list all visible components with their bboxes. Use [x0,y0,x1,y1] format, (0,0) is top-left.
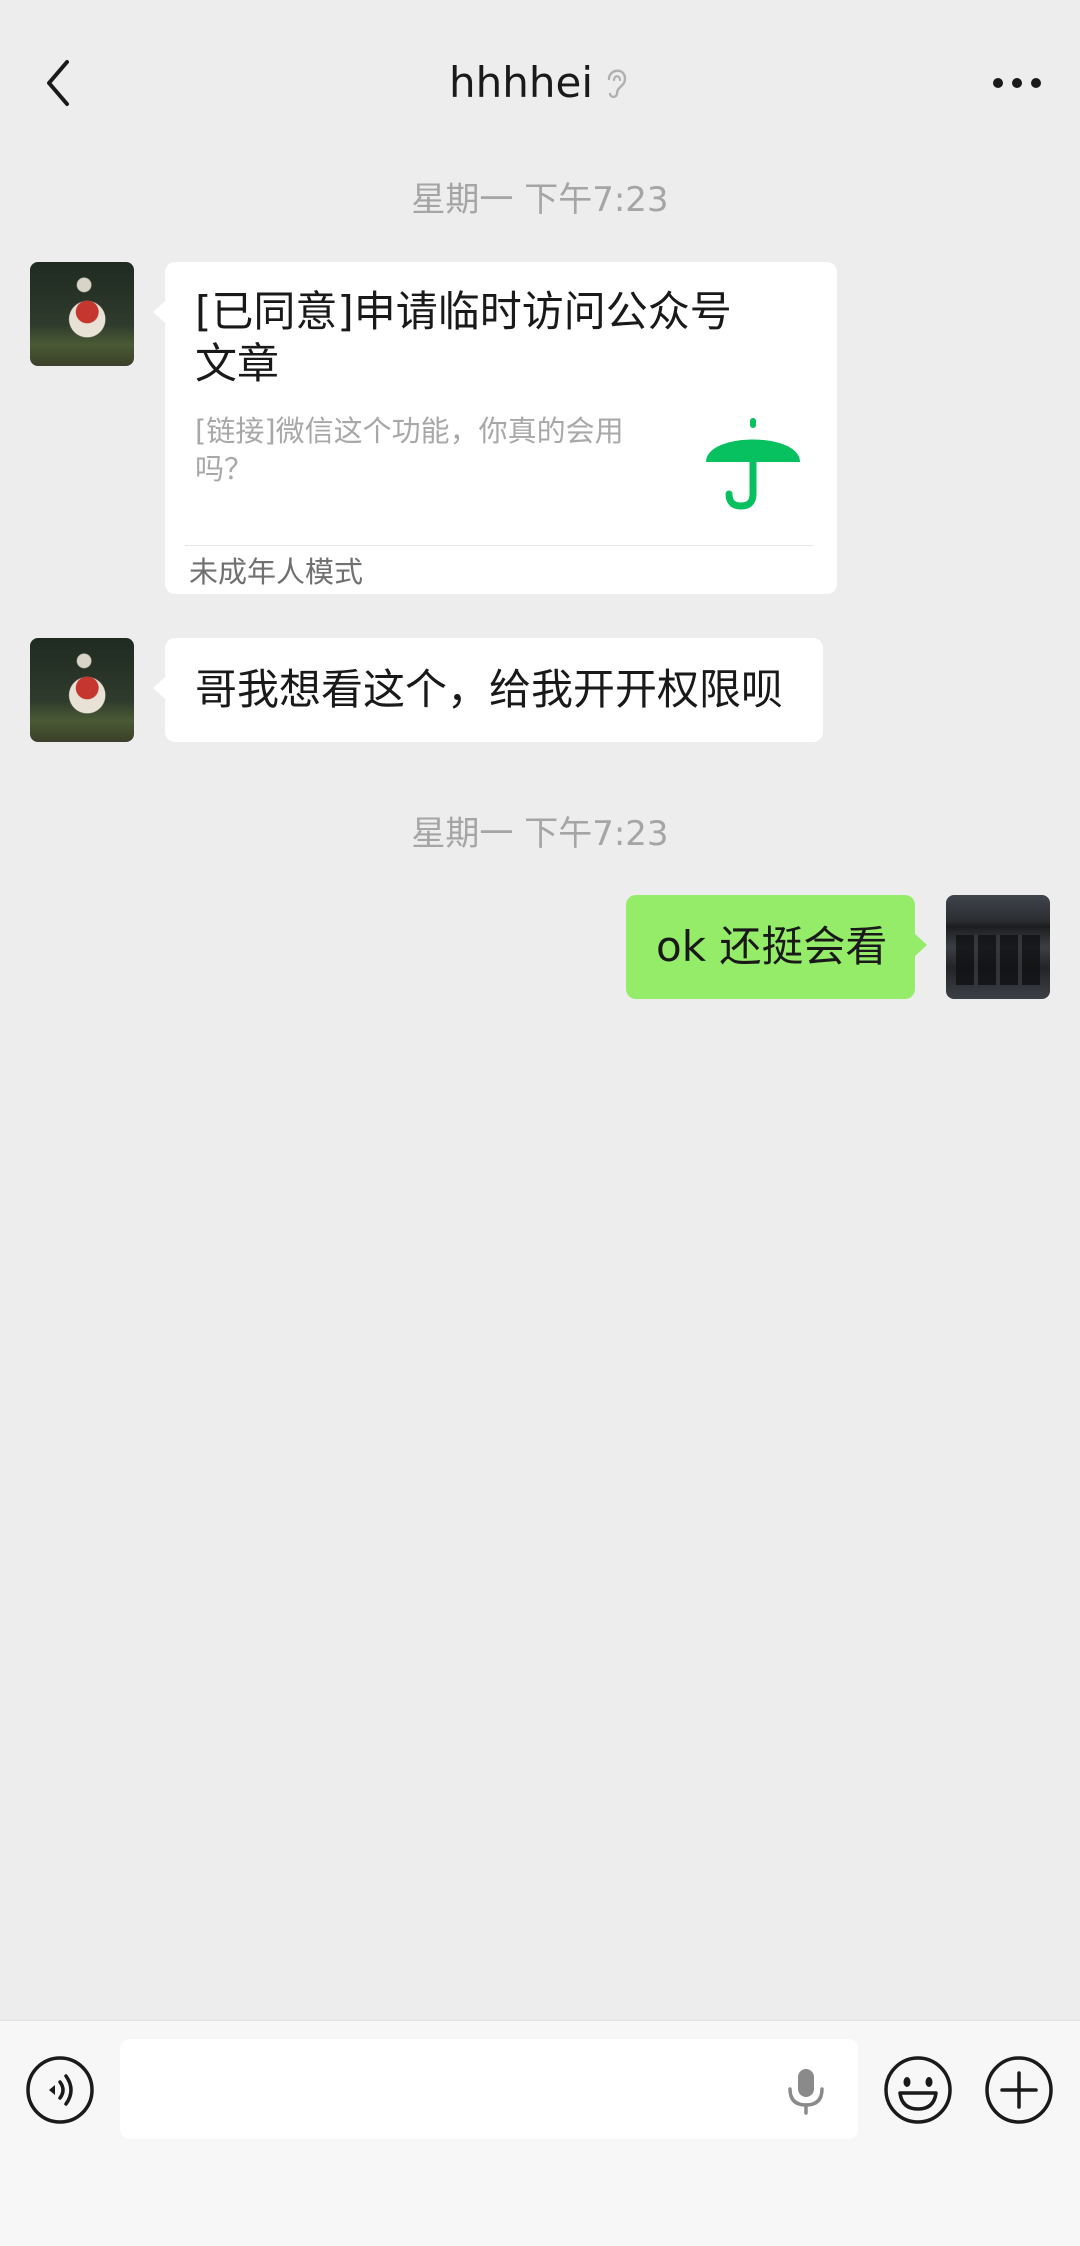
card-divider [185,545,813,546]
umbrella-icon [706,418,800,510]
voice-icon [26,2056,94,2124]
more-dots-icon [993,78,1041,88]
avatar[interactable] [30,262,134,366]
message-input[interactable] [120,2039,858,2139]
message-bubble-self[interactable]: ok 还挺会看 [626,895,927,999]
message-text: 哥我想看这个，给我开开权限呗 [195,665,784,714]
voice-mode-button[interactable] [25,2055,95,2125]
link-card[interactable]: [已同意]申请临时访问公众号文章 [链接]微信这个功能，你真的会用吗？ 未成年人… [153,262,837,594]
add-button[interactable] [984,2055,1054,2125]
message-text: ok 还挺会看 [656,922,888,971]
card-title: [已同意]申请临时访问公众号文章 [195,287,732,388]
message-bubble[interactable]: 哥我想看这个，给我开开权限呗 [153,638,823,742]
chat-title: hhhhei [449,57,593,107]
avatar-self[interactable] [946,895,1050,999]
input-bar [0,2020,1080,2246]
timestamp: 星期一 下午7:23 [411,180,669,220]
chat-header: hhhhei [0,0,1080,165]
plus-icon [985,2056,1053,2124]
title-area: hhhhei [0,52,1080,112]
more-button[interactable] [982,58,1052,108]
avatar[interactable] [30,638,134,742]
message-input-field[interactable] [120,2039,768,2139]
emoji-button[interactable] [883,2055,953,2125]
smiley-icon [884,2056,952,2124]
microphone-icon[interactable] [784,2067,828,2115]
card-source: 未成年人模式 [189,555,364,589]
card-description: [链接]微信这个功能，你真的会用吗？ [195,414,624,486]
timestamp: 星期一 下午7:23 [411,814,669,854]
ear-icon [607,69,627,99]
